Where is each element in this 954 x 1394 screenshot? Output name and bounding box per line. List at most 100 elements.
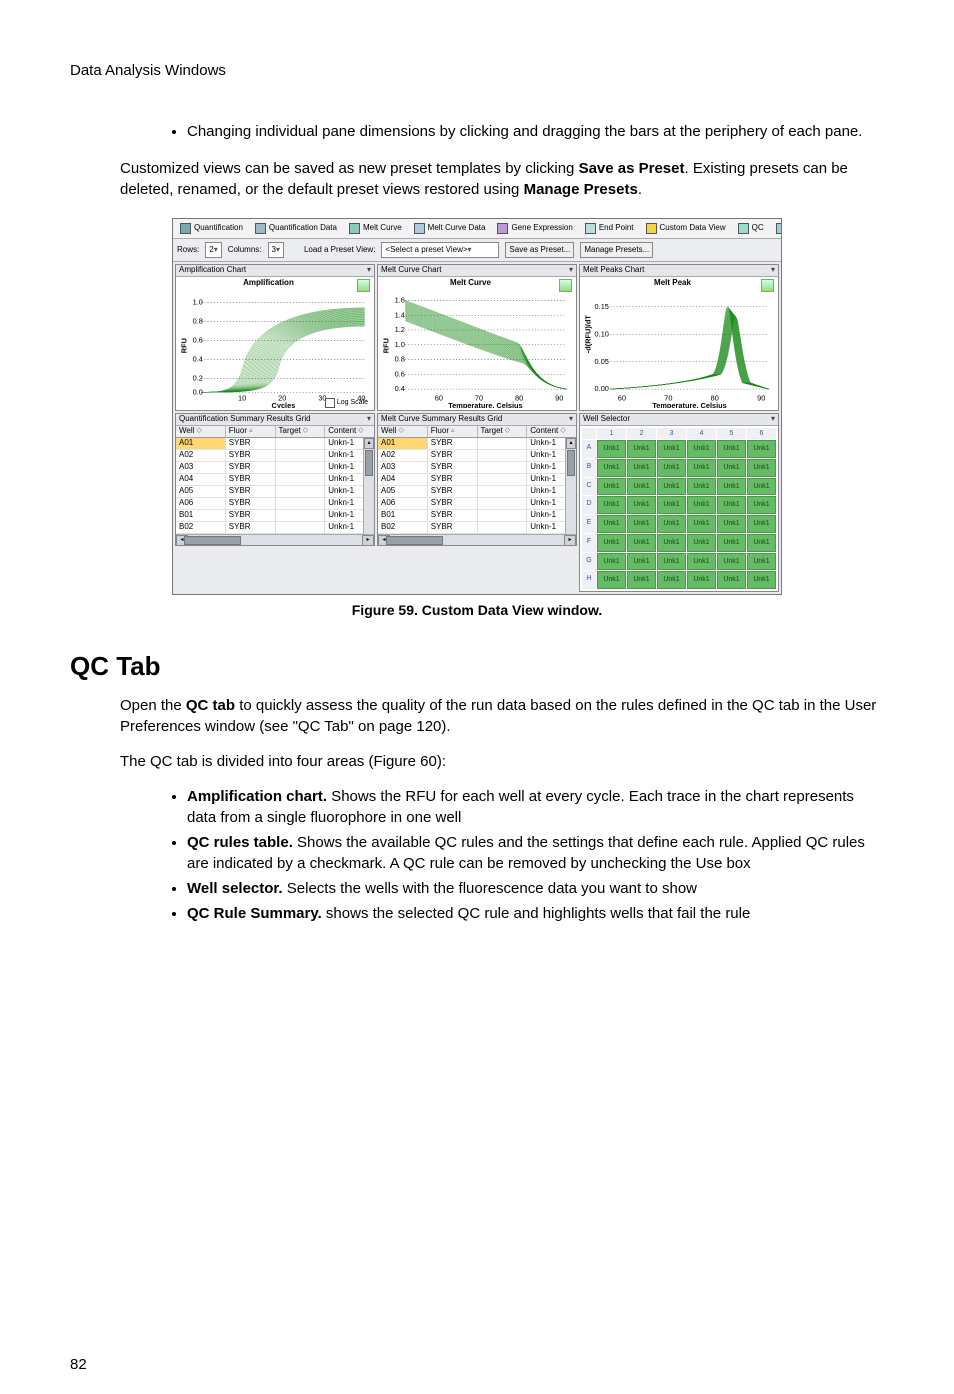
well-cell[interactable]: Unk1 xyxy=(627,496,656,514)
col-fluor[interactable]: Fluor▵ xyxy=(428,426,478,437)
well-row-header[interactable]: G xyxy=(582,553,596,571)
table-row[interactable]: B01SYBRUnkn-1 xyxy=(378,510,576,522)
m-grid-rows[interactable]: ▴ A01SYBRUnkn-1A02SYBRUnkn-1A03SYBRUnkn-… xyxy=(378,438,576,534)
table-row[interactable]: A01SYBRUnkn-1 xyxy=(176,438,374,450)
well-cell[interactable]: Unk1 xyxy=(657,571,686,589)
table-row[interactable]: B02SYBRUnkn-1 xyxy=(378,522,576,534)
well-cell[interactable]: Unk1 xyxy=(687,534,716,552)
spectrum-icon[interactable] xyxy=(559,279,572,292)
well-row-header[interactable]: A xyxy=(582,440,596,458)
table-row[interactable]: A06SYBRUnkn-1 xyxy=(378,498,576,510)
well-cell[interactable]: Unk1 xyxy=(717,459,746,477)
manage-presets-button[interactable]: Manage Presets... xyxy=(580,242,653,258)
tab-gene-expression[interactable]: Gene Expression xyxy=(492,221,577,236)
well-cell[interactable]: Unk1 xyxy=(657,440,686,458)
well-cell[interactable]: Unk1 xyxy=(747,515,776,533)
well-cell[interactable]: Unk1 xyxy=(657,534,686,552)
well-cell[interactable]: Unk1 xyxy=(717,515,746,533)
well-cell[interactable]: Unk1 xyxy=(627,571,656,589)
well-cell[interactable]: Unk1 xyxy=(597,553,626,571)
tab-run-information[interactable]: Run Information xyxy=(771,221,781,236)
table-row[interactable]: A01SYBRUnkn-1 xyxy=(378,438,576,450)
tab-melt-curve[interactable]: Melt Curve xyxy=(344,221,407,236)
table-row[interactable]: A05SYBRUnkn-1 xyxy=(378,486,576,498)
well-cell[interactable]: Unk1 xyxy=(717,440,746,458)
well-cell[interactable]: Unk1 xyxy=(747,478,776,496)
well-cell[interactable]: Unk1 xyxy=(747,496,776,514)
well-cell[interactable]: Unk1 xyxy=(627,553,656,571)
well-cell[interactable]: Unk1 xyxy=(657,553,686,571)
preset-select[interactable]: <Select a preset View> xyxy=(381,242,499,258)
well-cell[interactable]: Unk1 xyxy=(687,515,716,533)
col-well[interactable]: Well◇ xyxy=(176,426,226,437)
table-row[interactable]: A03SYBRUnkn-1 xyxy=(378,462,576,474)
well-cell[interactable]: Unk1 xyxy=(747,571,776,589)
pane-dropdown-icon[interactable]: ▾ xyxy=(569,415,573,424)
pane-dropdown-icon[interactable]: ▾ xyxy=(367,266,371,275)
well-row-header[interactable]: E xyxy=(582,515,596,533)
well-cell[interactable]: Unk1 xyxy=(597,515,626,533)
table-row[interactable]: A02SYBRUnkn-1 xyxy=(176,450,374,462)
well-cell[interactable]: Unk1 xyxy=(717,496,746,514)
save-as-preset-button[interactable]: Save as Preset... xyxy=(505,242,574,258)
well-cell[interactable]: Unk1 xyxy=(687,440,716,458)
well-cell[interactable]: Unk1 xyxy=(657,478,686,496)
well-cell[interactable]: Unk1 xyxy=(597,496,626,514)
spectrum-icon[interactable] xyxy=(357,279,370,292)
well-col-header[interactable]: 5 xyxy=(717,428,746,440)
table-row[interactable]: A05SYBRUnkn-1 xyxy=(176,486,374,498)
well-row-header[interactable]: D xyxy=(582,496,596,514)
log-scale-checkbox[interactable]: Log Scale xyxy=(325,398,368,408)
table-row[interactable]: A04SYBRUnkn-1 xyxy=(378,474,576,486)
well-cell[interactable]: Unk1 xyxy=(657,515,686,533)
well-cell[interactable]: Unk1 xyxy=(687,496,716,514)
table-row[interactable]: A02SYBRUnkn-1 xyxy=(378,450,576,462)
well-cell[interactable]: Unk1 xyxy=(597,478,626,496)
tab-custom-data-view[interactable]: Custom Data View xyxy=(641,221,731,236)
pane-dropdown-icon[interactable]: ▾ xyxy=(569,266,573,275)
tab-end-point[interactable]: End Point xyxy=(580,221,639,236)
well-row-header[interactable]: F xyxy=(582,534,596,552)
table-row[interactable]: B02SYBRUnkn-1 xyxy=(176,522,374,534)
col-content[interactable]: Content◇ xyxy=(325,426,374,437)
col-fluor[interactable]: Fluor▵ xyxy=(226,426,276,437)
well-cell[interactable]: Unk1 xyxy=(747,553,776,571)
well-cell[interactable]: Unk1 xyxy=(627,459,656,477)
rows-select[interactable]: 2 xyxy=(205,242,221,258)
well-cell[interactable]: Unk1 xyxy=(657,459,686,477)
q-grid-rows[interactable]: ▴ A01SYBRUnkn-1A02SYBRUnkn-1A03SYBRUnkn-… xyxy=(176,438,374,534)
well-cell[interactable]: Unk1 xyxy=(687,459,716,477)
well-cell[interactable]: Unk1 xyxy=(597,571,626,589)
tab-qc[interactable]: QC xyxy=(733,221,769,236)
cols-select[interactable]: 3 xyxy=(268,242,284,258)
col-well[interactable]: Well◇ xyxy=(378,426,428,437)
well-cell[interactable]: Unk1 xyxy=(627,478,656,496)
tab-melt-curve-data[interactable]: Melt Curve Data xyxy=(409,221,491,236)
well-cell[interactable]: Unk1 xyxy=(687,478,716,496)
col-target[interactable]: Target◇ xyxy=(276,426,326,437)
tab-quantification-data[interactable]: Quantification Data xyxy=(250,221,342,236)
pane-dropdown-icon[interactable]: ▾ xyxy=(771,266,775,275)
well-cell[interactable]: Unk1 xyxy=(747,534,776,552)
horizontal-scrollbar[interactable]: ◂▸ xyxy=(176,534,374,545)
well-cell[interactable]: Unk1 xyxy=(747,440,776,458)
well-cell[interactable]: Unk1 xyxy=(597,459,626,477)
table-row[interactable]: A03SYBRUnkn-1 xyxy=(176,462,374,474)
well-cell[interactable]: Unk1 xyxy=(687,571,716,589)
col-target[interactable]: Target◇ xyxy=(478,426,528,437)
table-row[interactable]: A04SYBRUnkn-1 xyxy=(176,474,374,486)
well-cell[interactable]: Unk1 xyxy=(627,440,656,458)
well-cell[interactable]: Unk1 xyxy=(627,515,656,533)
well-cell[interactable]: Unk1 xyxy=(747,459,776,477)
vertical-scrollbar[interactable]: ▴ xyxy=(565,438,576,534)
well-row-header[interactable]: B xyxy=(582,459,596,477)
horizontal-scrollbar[interactable]: ◂▸ xyxy=(378,534,576,545)
well-col-header[interactable]: 3 xyxy=(657,428,686,440)
well-col-header[interactable]: 2 xyxy=(627,428,656,440)
col-content[interactable]: Content◇ xyxy=(527,426,576,437)
well-cell[interactable]: Unk1 xyxy=(717,553,746,571)
well-cell[interactable]: Unk1 xyxy=(597,440,626,458)
well-cell[interactable]: Unk1 xyxy=(627,534,656,552)
table-row[interactable]: B01SYBRUnkn-1 xyxy=(176,510,374,522)
well-grid[interactable]: 123456AUnk1Unk1Unk1Unk1Unk1Unk1BUnk1Unk1… xyxy=(580,426,778,591)
